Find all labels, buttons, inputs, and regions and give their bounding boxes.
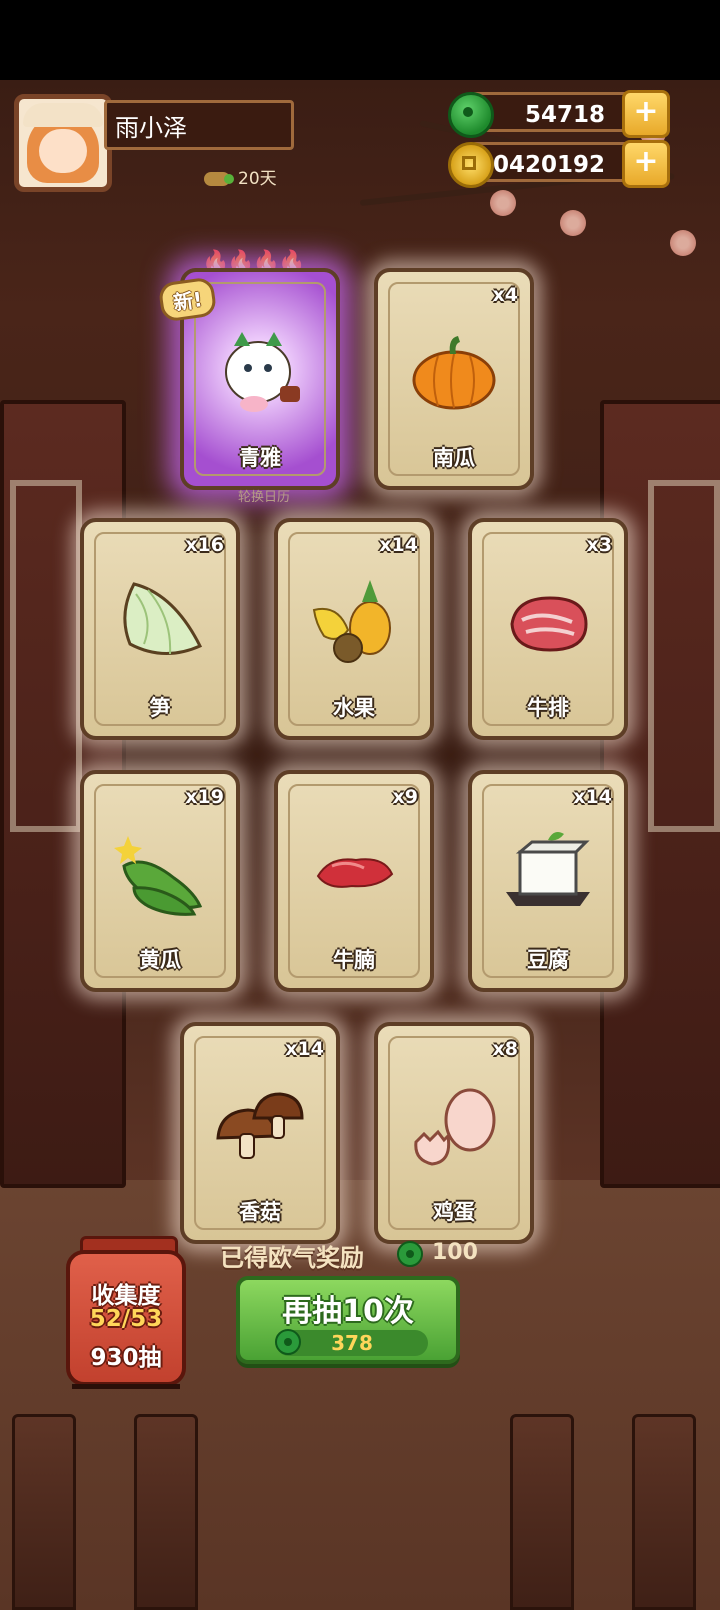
fence-post <box>632 1414 696 1610</box>
right-lattice <box>648 480 720 832</box>
fence-post <box>134 1414 198 1610</box>
beef-brisket-icon <box>316 858 394 888</box>
draw-cost: 378 <box>275 1329 428 1356</box>
steak-icon <box>510 596 588 652</box>
days-value: 20天 <box>238 169 277 189</box>
calendar-label[interactable]: 轮换日历 <box>238 486 290 505</box>
blossom <box>670 230 696 256</box>
add-gold-button[interactable]: + <box>622 140 670 188</box>
card-label: 牛排 <box>527 696 569 720</box>
pumpkin-icon <box>412 336 496 410</box>
egg-icon <box>414 1088 496 1166</box>
card-label: 豆腐 <box>527 948 569 972</box>
player-avatar[interactable] <box>14 94 112 192</box>
card-label: 青雅 <box>239 446 281 470</box>
card-fruit[interactable]: x14 水果 <box>274 518 434 740</box>
cucumber-icon <box>114 836 203 916</box>
card-label: 牛腩 <box>333 948 375 972</box>
card-count: x14 <box>573 786 612 808</box>
card-count: x16 <box>185 534 224 556</box>
draw-again-button[interactable]: 再抽10次 378 <box>236 1276 460 1364</box>
total-draws: 930抽 <box>90 1345 162 1371</box>
card-steak[interactable]: x3 牛排 <box>468 518 628 740</box>
card-label: 笋 <box>149 696 171 720</box>
blossom <box>560 210 586 236</box>
card-label: 南瓜 <box>433 446 475 470</box>
card-egg[interactable]: x8 鸡蛋 <box>374 1022 534 1244</box>
draw-cost-value: 378 <box>331 1331 373 1355</box>
card-cucumber[interactable]: x19 黄瓜 <box>80 770 240 992</box>
card-count: x9 <box>392 786 418 808</box>
jade-icon <box>397 1241 423 1267</box>
card-label: 水果 <box>333 696 375 720</box>
draw-again-label: 再抽10次 <box>282 1294 414 1329</box>
add-jade-button[interactable]: + <box>622 90 670 138</box>
card-count: x3 <box>586 534 612 556</box>
card-count: x4 <box>492 284 518 306</box>
key-icon <box>204 172 234 186</box>
card-beef-brisket[interactable]: x9 牛腩 <box>274 770 434 992</box>
fruit-icon <box>312 580 391 663</box>
luck-reward-label: 已得欧气奖励 <box>220 1244 364 1272</box>
tofu-icon <box>506 832 590 906</box>
fence-post <box>12 1414 76 1610</box>
collection-lantern[interactable]: 收集度 52/53 930抽 <box>66 1236 186 1406</box>
card-count: x14 <box>285 1038 324 1060</box>
card-count: x19 <box>185 786 224 808</box>
fence-post <box>510 1414 574 1610</box>
luck-reward-amount: 100 <box>432 1240 478 1265</box>
card-label: 黄瓜 <box>139 948 181 972</box>
card-label: 香菇 <box>239 1200 281 1224</box>
collection-title: 收集度 <box>91 1283 161 1309</box>
player-name[interactable]: 雨小泽 <box>104 100 294 150</box>
card-bamboo-shoot[interactable]: x16 笋 <box>80 518 240 740</box>
bamboo-shoot-icon <box>123 582 203 656</box>
card-tofu[interactable]: x14 豆腐 <box>468 770 628 992</box>
left-lattice <box>10 480 82 832</box>
mushroom-icon <box>216 1092 304 1159</box>
login-days: 20天 <box>204 164 277 189</box>
gold-coin-icon <box>448 142 494 188</box>
blossom <box>490 190 516 216</box>
card-mushroom[interactable]: x14 香菇 <box>180 1022 340 1244</box>
card-pumpkin[interactable]: x4 南瓜 <box>374 268 534 490</box>
card-count: x8 <box>492 1038 518 1060</box>
jade-icon <box>448 92 494 138</box>
dragon-character-icon <box>225 332 300 412</box>
collection-progress: 52/53 <box>89 1306 163 1332</box>
card-count: x14 <box>379 534 418 556</box>
card-label: 鸡蛋 <box>433 1200 475 1224</box>
